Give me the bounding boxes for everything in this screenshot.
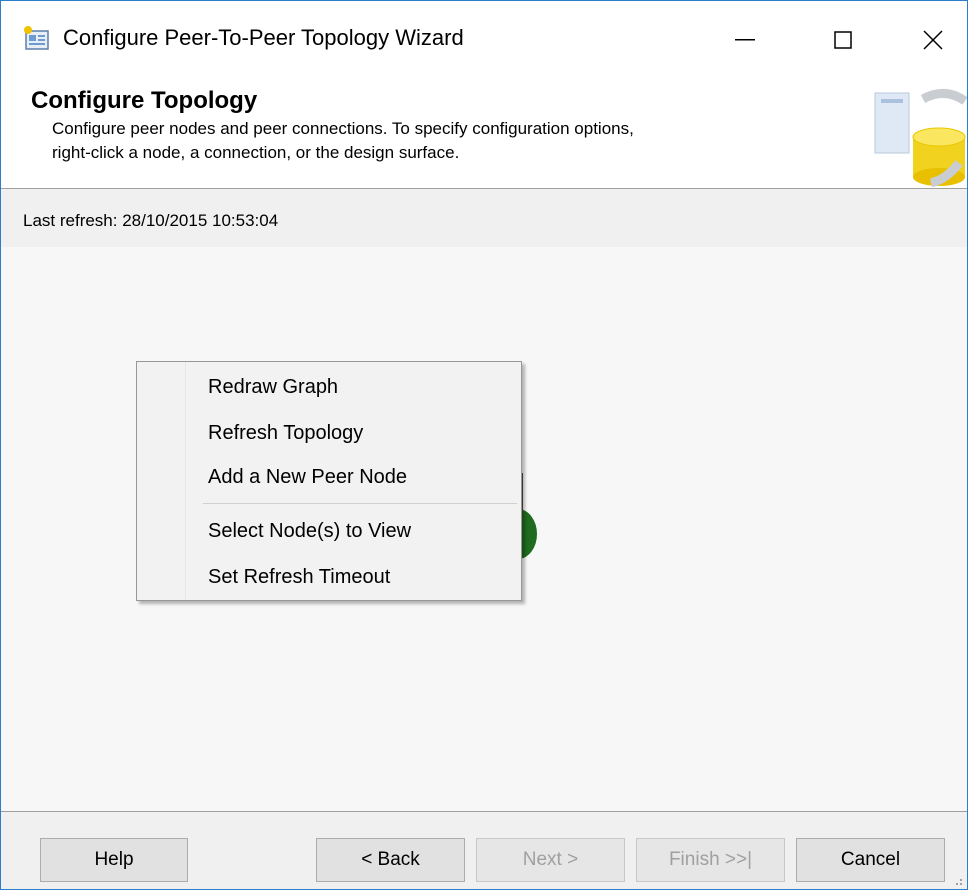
cancel-button[interactable]: Cancel [796, 838, 945, 882]
page-description-line-2: right-click a node, a connection, or the… [52, 143, 460, 162]
refresh-status-bar: Last refresh: 28/10/2015 10:53:04 [1, 189, 967, 247]
menu-item-label: Refresh Topology [208, 422, 364, 444]
next-button[interactable]: Next > [476, 838, 625, 882]
page-description-line-1: Configure peer nodes and peer connection… [52, 119, 634, 138]
page-description: Configure peer nodes and peer connection… [52, 117, 852, 165]
wizard-app-icon [23, 25, 51, 51]
menu-item-set-refresh-timeout[interactable]: Set Refresh Timeout [137, 556, 521, 598]
context-menu: Redraw Graph Refresh Topology Add a New … [136, 361, 522, 601]
wizard-window: Configure Peer-To-Peer Topology Wizard C… [0, 0, 968, 890]
close-button[interactable] [901, 7, 965, 73]
database-replication-icon [867, 79, 967, 188]
menu-separator [203, 503, 517, 504]
menu-item-label: Set Refresh Timeout [208, 566, 391, 588]
title-bar: Configure Peer-To-Peer Topology Wizard [1, 1, 967, 79]
menu-item-select-nodes[interactable]: Select Node(s) to View [137, 510, 521, 552]
window-title: Configure Peer-To-Peer Topology Wizard [63, 25, 464, 50]
menu-item-redraw-graph[interactable]: Redraw Graph [137, 366, 521, 408]
back-button[interactable]: < Back [316, 838, 465, 882]
wizard-header: Configure Topology Configure peer nodes … [1, 79, 967, 189]
menu-item-label: Redraw Graph [208, 376, 339, 398]
minimize-button[interactable] [713, 7, 777, 73]
maximize-button[interactable] [811, 7, 875, 73]
menu-item-refresh-topology[interactable]: Refresh Topology [137, 412, 521, 454]
menu-item-label: Select Node(s) to View [208, 520, 412, 542]
minimize-icon [735, 39, 755, 41]
last-refresh-label: Last refresh: 28/10/2015 10:53:04 [23, 211, 279, 230]
finish-button[interactable]: Finish >>| [636, 838, 785, 882]
menu-item-add-peer-node[interactable]: Add a New Peer Node [137, 456, 521, 498]
close-icon [923, 30, 943, 50]
help-button[interactable]: Help [40, 838, 188, 882]
maximize-icon [834, 31, 852, 49]
resize-grip-icon[interactable] [951, 874, 963, 886]
menu-item-label: Add a New Peer Node [208, 466, 408, 488]
wizard-footer: Help < Back Next > Finish >>| Cancel [1, 811, 967, 889]
page-title: Configure Topology [31, 87, 258, 114]
